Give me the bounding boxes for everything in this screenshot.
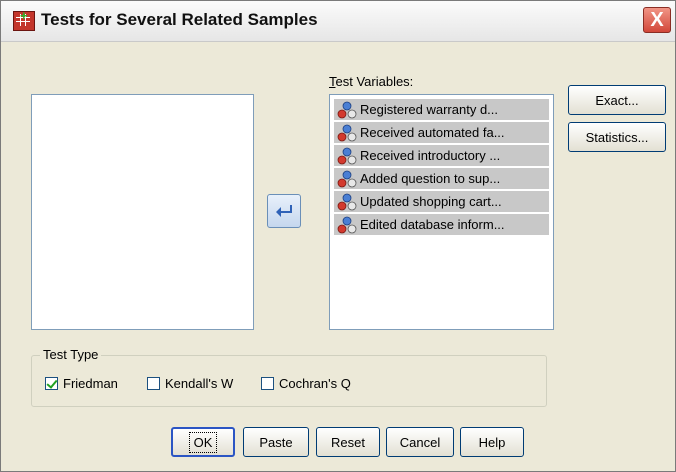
nominal-variable-icon xyxy=(337,193,357,210)
title-bar: + Tests for Several Related Samples X xyxy=(1,1,675,42)
variable-list-item[interactable]: Edited database inform... xyxy=(334,214,549,235)
move-arrow-icon xyxy=(276,205,292,217)
reset-button[interactable]: Reset xyxy=(316,427,380,457)
kendalls-w-checkbox[interactable]: Kendall's W xyxy=(147,376,233,391)
dialog-window: + Tests for Several Related Samples X Te… xyxy=(0,0,676,472)
source-variable-list[interactable] xyxy=(31,94,254,330)
cochrans-q-checkbox[interactable]: Cochran's Q xyxy=(261,376,351,391)
paste-button[interactable]: Paste xyxy=(243,427,309,457)
checkbox-checked-icon xyxy=(45,377,58,390)
variable-list-item[interactable]: Received automated fa... xyxy=(334,122,549,143)
nominal-variable-icon xyxy=(337,216,357,233)
variable-list-item[interactable]: Added question to sup... xyxy=(334,168,549,189)
close-icon[interactable]: X xyxy=(643,7,671,33)
variable-list-item[interactable]: Received introductory ... xyxy=(334,145,549,166)
statistics-button[interactable]: Statistics... xyxy=(568,122,666,152)
cochrans-q-label: Cochran's Q xyxy=(279,376,351,391)
app-icon: + xyxy=(13,9,35,31)
variable-list-item[interactable]: Registered warranty d... xyxy=(334,99,549,120)
checkbox-empty-icon xyxy=(261,377,274,390)
variable-label: Received introductory ... xyxy=(360,148,501,163)
variable-label: Added question to sup... xyxy=(360,171,501,186)
checkbox-empty-icon xyxy=(147,377,160,390)
friedman-label: Friedman xyxy=(63,376,118,391)
exact-button[interactable]: Exact... xyxy=(568,85,666,115)
test-variables-label: Test Variables: xyxy=(329,74,414,89)
variable-label: Received automated fa... xyxy=(360,125,505,140)
variable-label: Registered warranty d... xyxy=(360,102,499,117)
test-type-label: Test Type xyxy=(40,347,102,362)
nominal-variable-icon xyxy=(337,170,357,187)
test-variables-list[interactable]: Registered warranty d... Received automat… xyxy=(329,94,554,330)
move-arrow-button[interactable] xyxy=(267,194,301,228)
nominal-variable-icon xyxy=(337,147,357,164)
kendalls-w-label: Kendall's W xyxy=(165,376,234,391)
variable-label: Edited database inform... xyxy=(360,217,505,232)
nominal-variable-icon xyxy=(337,124,357,141)
dialog-title: Tests for Several Related Samples xyxy=(41,10,318,29)
friedman-checkbox[interactable]: Friedman xyxy=(45,376,118,391)
variable-label: Updated shopping cart... xyxy=(360,194,502,209)
variable-list-item[interactable]: Updated shopping cart... xyxy=(334,191,549,212)
ok-button[interactable]: OK xyxy=(171,427,235,457)
cancel-button[interactable]: Cancel xyxy=(386,427,454,457)
help-button[interactable]: Help xyxy=(460,427,524,457)
nominal-variable-icon xyxy=(337,101,357,118)
